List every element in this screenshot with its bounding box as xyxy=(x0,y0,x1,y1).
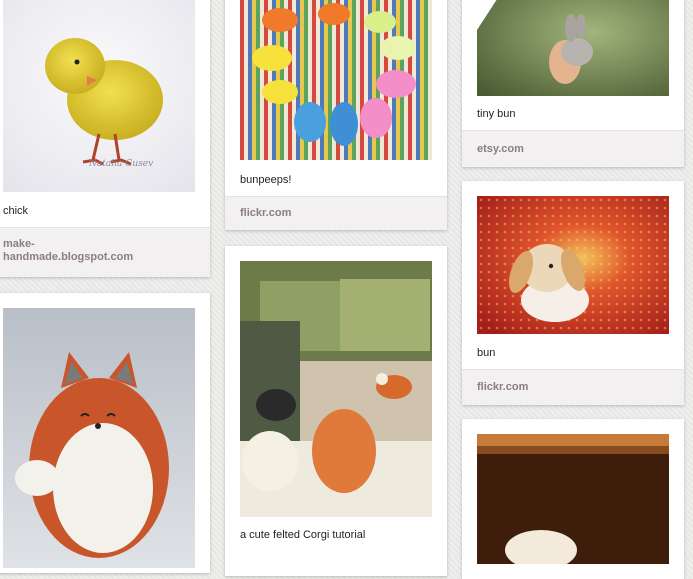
bunny-in-wood-box-photo xyxy=(477,434,669,564)
tiny-bun-photo xyxy=(477,0,669,96)
pin-card-bun[interactable]: bun flickr.com xyxy=(462,181,684,405)
fox-photo xyxy=(3,308,195,568)
pin-source-bar-tinybun[interactable]: etsy.com xyxy=(462,130,684,167)
pin-image-wood[interactable] xyxy=(477,434,669,564)
pin-description-chick: chick xyxy=(3,205,29,217)
chick-photo: Natalia Gusev xyxy=(3,0,195,192)
bunpeeps-photo xyxy=(240,0,432,160)
pin-source-bunpeeps[interactable]: flickr.com xyxy=(240,207,399,220)
pin-source-bar-bunpeeps[interactable]: flickr.com xyxy=(225,196,447,230)
pin-image-corgi[interactable] xyxy=(240,261,432,517)
pin-card-wood[interactable] xyxy=(462,419,684,579)
pin-image-chick[interactable]: Natalia Gusev xyxy=(3,0,195,192)
pin-card-chick[interactable]: Natalia Gusev chick make-handmade.blogsp… xyxy=(0,0,210,277)
pin-card-tinybun[interactable]: tiny bun etsy.com xyxy=(462,0,684,167)
bun-photo xyxy=(477,196,669,334)
pin-description-tinybun: tiny bun xyxy=(477,108,516,120)
pin-card-corgi[interactable]: a cute felted Corgi tutorial xyxy=(225,246,447,576)
pin-source-bun[interactable]: flickr.com xyxy=(477,381,636,394)
chick-watermark: Natalia Gusev xyxy=(88,159,153,169)
pin-source-chick[interactable]: make-handmade.blogspot.com xyxy=(3,238,162,264)
pin-image-tinybun[interactable] xyxy=(477,0,669,96)
pin-description-bun: bun xyxy=(477,347,496,359)
pin-description-corgi: a cute felted Corgi tutorial xyxy=(240,529,366,541)
pin-image-bun[interactable] xyxy=(477,196,669,334)
pin-image-bunpeeps[interactable] xyxy=(240,0,432,160)
pin-source-bar-bun[interactable]: flickr.com xyxy=(462,369,684,405)
pin-source-bar-chick[interactable]: make-handmade.blogspot.com xyxy=(0,227,210,277)
pin-description-bunpeeps: bunpeeps! xyxy=(240,174,292,186)
pin-source-tinybun[interactable]: etsy.com xyxy=(477,143,636,156)
pin-image-fox[interactable] xyxy=(3,308,195,568)
pin-card-bunpeeps[interactable]: bunpeeps! flickr.com xyxy=(225,0,447,230)
corgi-tutorial-photo xyxy=(240,261,432,517)
pin-card-fox[interactable] xyxy=(0,293,210,573)
